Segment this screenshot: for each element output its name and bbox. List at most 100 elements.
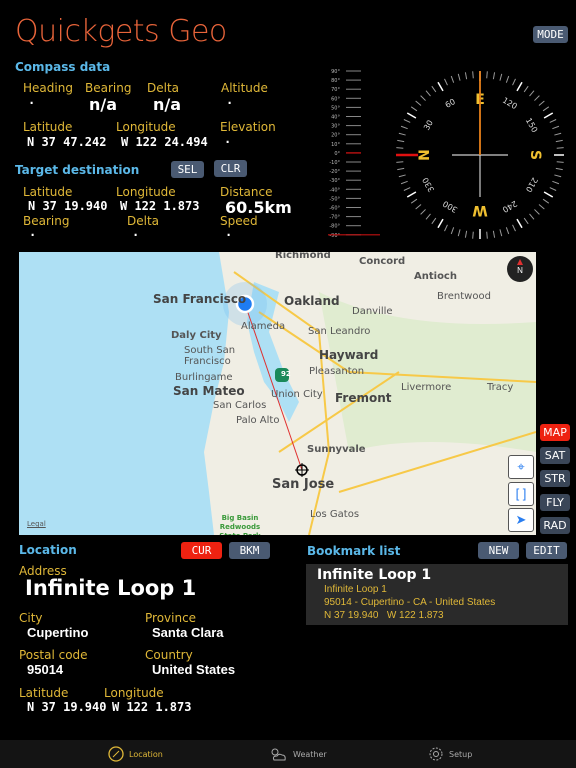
- compass-tick: [555, 167, 563, 171]
- bookmark-list-title: Bookmark list: [307, 544, 401, 558]
- tab-weather[interactable]: Weather: [268, 740, 327, 768]
- location-arrow-icon: ➤: [515, 512, 527, 527]
- latitude-label: Latitude: [23, 120, 73, 134]
- tab-weather-label: Weather: [293, 749, 327, 759]
- city-san-carlos: San Carlos: [213, 400, 267, 411]
- compass-tick: [554, 174, 562, 178]
- compass-tick: [396, 161, 404, 163]
- compass-tick: [523, 85, 529, 93]
- inclinometer-tick-label: 50°: [331, 105, 340, 111]
- map-type-flyover[interactable]: FLY: [540, 494, 570, 511]
- compass-tick: [457, 73, 461, 81]
- inclinometer-tick-label: 80°: [331, 78, 340, 84]
- inclinometer-tick-label: -80°: [329, 224, 340, 230]
- compass-tick: [431, 217, 437, 225]
- province-value: Santa Clara: [152, 625, 224, 640]
- crosshair-icon: ⌖: [517, 459, 525, 474]
- edit-bookmarks-button[interactable]: EDIT: [526, 542, 567, 559]
- map-legal-link[interactable]: Legal: [27, 520, 46, 528]
- bearing-label: Bearing: [85, 81, 132, 95]
- inclinometer-tick-label: 70°: [331, 87, 340, 93]
- compass-tick: [444, 224, 448, 232]
- location-latitude-label: Latitude: [19, 686, 69, 700]
- compass-tick: [450, 75, 455, 83]
- center-target-button[interactable]: ⌖: [508, 455, 534, 479]
- inclinometer-tick-label: -60°: [329, 206, 340, 212]
- inclinometer-tick-label: -20°: [329, 169, 340, 175]
- city-livermore: Livermore: [401, 382, 452, 393]
- brackets-icon: [ ]: [515, 486, 527, 501]
- map-type-satellite[interactable]: SAT: [540, 447, 570, 464]
- altitude-value: ·: [226, 96, 234, 110]
- compass-tick: [542, 106, 550, 112]
- elevation-value: ·: [224, 135, 232, 149]
- compass-tick: [499, 229, 503, 237]
- compass-tick: [512, 224, 516, 232]
- province-label: Province: [145, 611, 197, 625]
- compass-tick: [437, 81, 444, 92]
- compass-tick: [464, 72, 468, 80]
- country-value: United States: [152, 662, 236, 677]
- compass-tick: [529, 90, 535, 97]
- compass-tick: [397, 139, 405, 143]
- new-bookmark-button[interactable]: NEW: [478, 542, 519, 559]
- tab-location[interactable]: Location: [108, 740, 163, 768]
- heading-value: ·: [28, 96, 36, 110]
- fit-bounds-button[interactable]: [ ]: [508, 482, 534, 506]
- compass-data-title: Compass data: [15, 60, 111, 74]
- city-san-francisco: San Francisco: [153, 292, 247, 306]
- compass-tick: [534, 95, 540, 101]
- current-location-button[interactable]: CUR: [181, 542, 222, 559]
- inclinometer-tick-label: 60°: [331, 96, 340, 102]
- compass-tick: [398, 132, 406, 136]
- city-fremont: Fremont: [335, 391, 392, 405]
- bookmark-item[interactable]: Infinite Loop 1 Infinite Loop 1 95014 - …: [306, 564, 568, 625]
- compass-tick: [486, 71, 488, 79]
- track-location-button[interactable]: ➤: [508, 508, 534, 532]
- target-latitude-label: Latitude: [23, 185, 73, 199]
- compass-tick: [415, 100, 422, 106]
- mode-button[interactable]: MODE: [533, 26, 568, 43]
- map-type-street[interactable]: STR: [540, 470, 570, 487]
- compass-tick: [529, 213, 535, 220]
- select-target-button[interactable]: SEL: [171, 161, 204, 178]
- compass-tick: [415, 204, 422, 210]
- map-type-radar[interactable]: RAD: [540, 517, 570, 534]
- compass-tick: [486, 231, 488, 239]
- altitude-label: Altitude: [221, 81, 268, 95]
- inclinometer-tick-label: 90°: [331, 69, 340, 75]
- gear-icon: [429, 747, 443, 761]
- map-view[interactable]: 92 Richmond Concord Antioch San Francisc…: [19, 252, 536, 535]
- bookmark-location-button[interactable]: BKM: [229, 542, 270, 559]
- city-south-san-francisco: South San Francisco: [184, 345, 236, 367]
- compass-cardinal-north: N: [417, 149, 433, 161]
- inclinometer-tick-label: -30°: [329, 178, 340, 184]
- tab-setup[interactable]: Setup: [428, 740, 472, 768]
- map-compass-badge[interactable]: N: [507, 256, 533, 282]
- city-daly-city: Daly City: [171, 330, 222, 341]
- compass-tick: [516, 218, 523, 229]
- clear-target-button[interactable]: CLR: [214, 160, 247, 177]
- compass-tick: [512, 78, 516, 86]
- city-label: City: [19, 611, 43, 625]
- speed-value: ·: [225, 228, 233, 242]
- compass-tick: [534, 209, 540, 215]
- city-pleasanton: Pleasanton: [309, 366, 365, 377]
- compass-degree-label: 240: [501, 199, 519, 214]
- compass-tick: [472, 231, 474, 239]
- compass-tick: [538, 204, 545, 210]
- compass-tick: [523, 217, 529, 225]
- bookmark-line2: 95014 - Cupertino - CA - United States: [324, 597, 496, 608]
- tab-setup-label: Setup: [449, 749, 473, 759]
- target-delta-value: ·: [132, 228, 140, 242]
- compass-cardinal-west: W: [472, 202, 487, 218]
- elevation-label: Elevation: [220, 120, 276, 134]
- compass-tick: [425, 90, 431, 97]
- inclinometer-tick-label: -70°: [329, 215, 340, 221]
- compass-tick: [549, 187, 557, 191]
- compass-tick: [425, 213, 431, 220]
- compass-tick: [556, 161, 564, 163]
- city-palo-alto: Palo Alto: [236, 415, 280, 426]
- map-type-map[interactable]: MAP: [540, 424, 570, 441]
- target-bearing-value: ·: [29, 228, 37, 242]
